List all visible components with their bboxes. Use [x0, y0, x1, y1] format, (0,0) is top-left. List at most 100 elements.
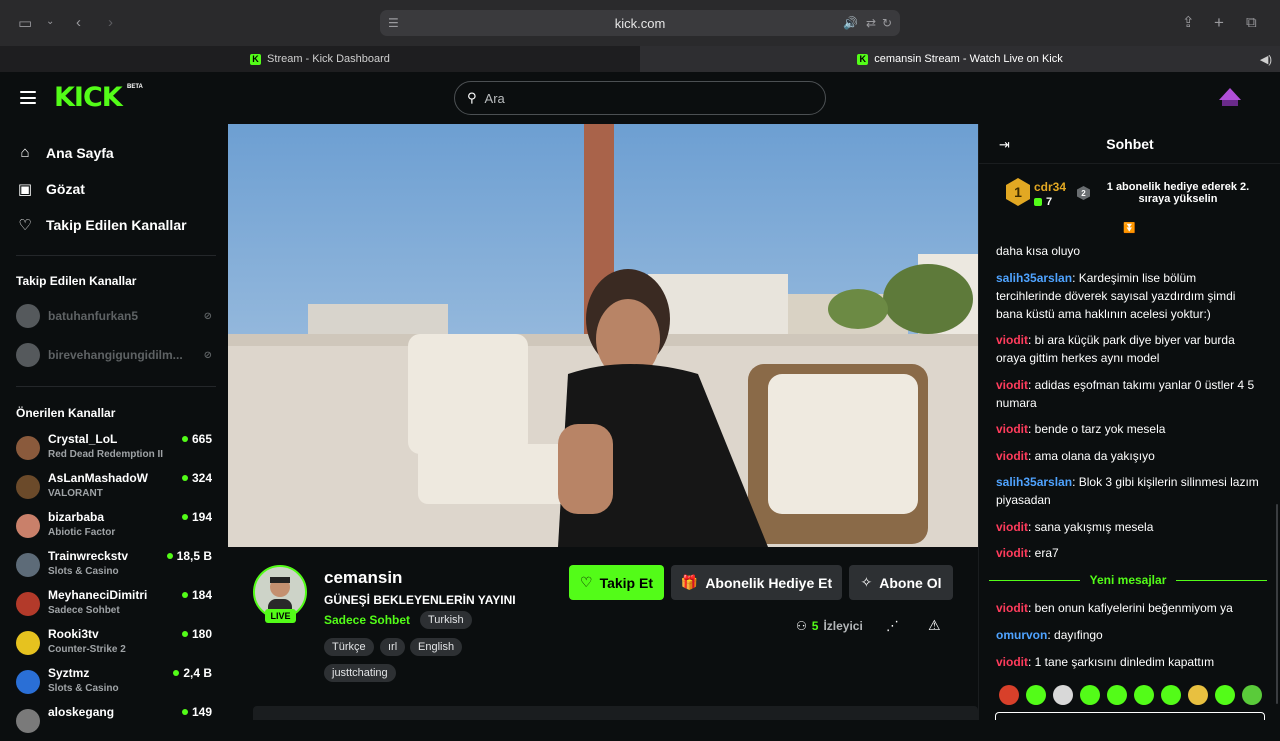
- chat-input[interactable]: [995, 712, 1265, 720]
- gift-subscription-button[interactable]: 🎁 Abonelik Hediye Et: [671, 565, 842, 600]
- emote-icon[interactable]: [1080, 685, 1100, 705]
- emote-icon[interactable]: [1053, 685, 1073, 705]
- subscribe-label: Abone Ol: [879, 574, 942, 591]
- stream-tag[interactable]: ırl: [380, 638, 406, 656]
- message-username[interactable]: viodit: [996, 333, 1028, 347]
- chat-message: omurvon: dayıfingo: [996, 628, 1103, 642]
- message-username[interactable]: salih35arslan: [996, 271, 1072, 285]
- message-text: dayıfingo: [1054, 628, 1103, 642]
- translate-icon[interactable]: ⇄: [866, 16, 876, 30]
- viewer-number: 2,4 B: [183, 666, 212, 680]
- stream-category[interactable]: Sadece Sohbet: [324, 613, 410, 627]
- report-icon[interactable]: ⚠: [928, 617, 941, 634]
- share-icon[interactable]: ⋰: [886, 618, 899, 634]
- stream-video-frame: [228, 124, 978, 547]
- recommended-channel[interactable]: Rooki3tv Counter-Strike 2 180: [16, 627, 212, 663]
- rank-badge: 2: [1077, 186, 1090, 200]
- chevron-down-icon[interactable]: ⌄: [46, 17, 54, 27]
- live-badge: LIVE: [265, 609, 296, 623]
- browser-tabs: K Stream - Kick Dashboard K cemansin Str…: [0, 46, 1280, 72]
- chat-scrollbar[interactable]: [1276, 504, 1278, 704]
- recommended-channel[interactable]: AsLanMashadoW VALORANT 324: [16, 471, 212, 507]
- reload-icon[interactable]: ↻: [882, 16, 892, 30]
- nav-following[interactable]: ♡ Takip Edilen Kanallar: [16, 216, 186, 234]
- search-input[interactable]: ⚲ Ara: [454, 81, 826, 115]
- channel-name: AsLanMashadoW: [48, 471, 149, 485]
- page-menu-icon[interactable]: ☰: [388, 16, 399, 30]
- followed-channel[interactable]: batuhanfurkan5 ⊘: [16, 304, 212, 328]
- message-username[interactable]: viodit: [996, 655, 1028, 669]
- address-bar[interactable]: ☰ kick.com 🔊 ⇄ ↻: [380, 10, 900, 36]
- speaker-icon[interactable]: ◀): [1260, 53, 1272, 66]
- category-tag[interactable]: Turkish: [420, 611, 472, 629]
- chat-panel: ⇥ Sohbet 1 cdr34 7 2 1 abonelik hediye e…: [978, 124, 1280, 720]
- viewer-count: 18,5 B: [166, 549, 212, 563]
- leader-username[interactable]: cdr34: [1034, 180, 1066, 194]
- emote-icon[interactable]: [1026, 685, 1046, 705]
- sidebar-toggle-icon[interactable]: ▭: [18, 16, 32, 31]
- scroll-down-icon[interactable]: ⏬: [1123, 223, 1135, 234]
- message-username[interactable]: omurvon: [996, 628, 1047, 642]
- url-text: kick.com: [614, 15, 666, 31]
- followed-channel[interactable]: birevehangigungidilm... ⊘: [16, 343, 212, 367]
- recommended-channel[interactable]: Syztmz Slots & Casino 2,4 B: [16, 666, 212, 702]
- live-dot-icon: [181, 592, 188, 598]
- recommended-channel[interactable]: Trainwreckstv Slots & Casino 18,5 B: [16, 549, 212, 585]
- heart-icon: ♡: [580, 574, 593, 590]
- recommended-channel[interactable]: MeyhaneciDimitri Sadece Sohbet 184: [16, 588, 212, 624]
- channel-name[interactable]: cemansin: [324, 568, 402, 588]
- leaderboard-text: 1 abonelik hediye ederek 2. sıraya yükse…: [1106, 181, 1250, 205]
- stream-tag[interactable]: English: [410, 638, 463, 656]
- new-messages-divider: Yeni mesajlar: [989, 571, 1267, 589]
- channel-name: Rooki3tv: [48, 627, 99, 641]
- message-username[interactable]: viodit: [996, 422, 1028, 436]
- stream-tag[interactable]: justtchating: [324, 664, 396, 682]
- viewer-count: 149: [181, 705, 212, 719]
- nav-browse[interactable]: ▣ Gözat: [16, 180, 85, 198]
- channel-name: Trainwreckstv: [48, 549, 129, 563]
- audio-icon[interactable]: 🔊: [843, 16, 858, 30]
- emote-icon[interactable]: [1161, 685, 1181, 705]
- gift-count: 7: [1034, 196, 1052, 208]
- emote-icon[interactable]: [1188, 685, 1208, 705]
- emote-icon[interactable]: [1215, 685, 1235, 705]
- avatar: [16, 631, 40, 655]
- forward-icon[interactable]: ›: [108, 15, 113, 30]
- video-player[interactable]: [228, 124, 978, 547]
- message-text: ama olana da yakışıyo: [1034, 449, 1155, 463]
- browser-tab-dashboard[interactable]: K Stream - Kick Dashboard: [0, 46, 640, 72]
- share-icon[interactable]: ⇪: [1182, 15, 1195, 30]
- kick-logo[interactable]: KICK: [54, 82, 123, 113]
- back-icon[interactable]: ‹: [76, 15, 81, 30]
- stream-title: GÜNEŞİ BEKLEYENLERİN YAYINI: [324, 593, 516, 607]
- new-tab-icon[interactable]: +: [1214, 14, 1224, 31]
- recommended-title: Önerilen Kanallar: [16, 406, 116, 420]
- emote-icon[interactable]: [999, 685, 1019, 705]
- message-text: bende o tarz yok mesela: [1034, 422, 1166, 436]
- emote-icon[interactable]: [1107, 685, 1127, 705]
- message-username[interactable]: salih35arslan: [996, 475, 1072, 489]
- user-avatar[interactable]: [1218, 86, 1242, 108]
- recommended-channel[interactable]: bizarbaba Abiotic Factor 194: [16, 510, 212, 546]
- menu-icon[interactable]: [20, 91, 36, 104]
- subscribe-button[interactable]: ✧ Abone Ol: [849, 565, 953, 600]
- follow-button[interactable]: ♡ Takip Et: [569, 565, 664, 600]
- viewer-count: 184: [181, 588, 212, 602]
- avatar: [16, 343, 40, 367]
- message-text: era7: [1034, 546, 1059, 560]
- tab-overview-icon[interactable]: ⧉: [1246, 15, 1257, 30]
- message-username[interactable]: viodit: [996, 378, 1028, 392]
- recommended-channel[interactable]: aloskegang 149: [16, 705, 212, 741]
- nav-home[interactable]: ⌂ Ana Sayfa: [16, 144, 113, 161]
- stream-tag[interactable]: Türkçe: [324, 638, 374, 656]
- message-username[interactable]: viodit: [996, 520, 1028, 534]
- chat-message: salih35arslan: Blok 3 gibi kişilerin sil…: [996, 475, 1259, 507]
- follow-label: Takip Et: [599, 574, 653, 591]
- recommended-channel[interactable]: Crystal_LoL Red Dead Redemption II 665: [16, 432, 212, 468]
- message-username[interactable]: viodit: [996, 449, 1028, 463]
- emote-icon[interactable]: [1242, 685, 1262, 705]
- message-username[interactable]: viodit: [996, 546, 1028, 560]
- emote-icon[interactable]: [1134, 685, 1154, 705]
- message-username[interactable]: viodit: [996, 601, 1028, 615]
- browser-tab-stream[interactable]: K cemansin Stream - Watch Live on Kick ◀…: [640, 46, 1280, 72]
